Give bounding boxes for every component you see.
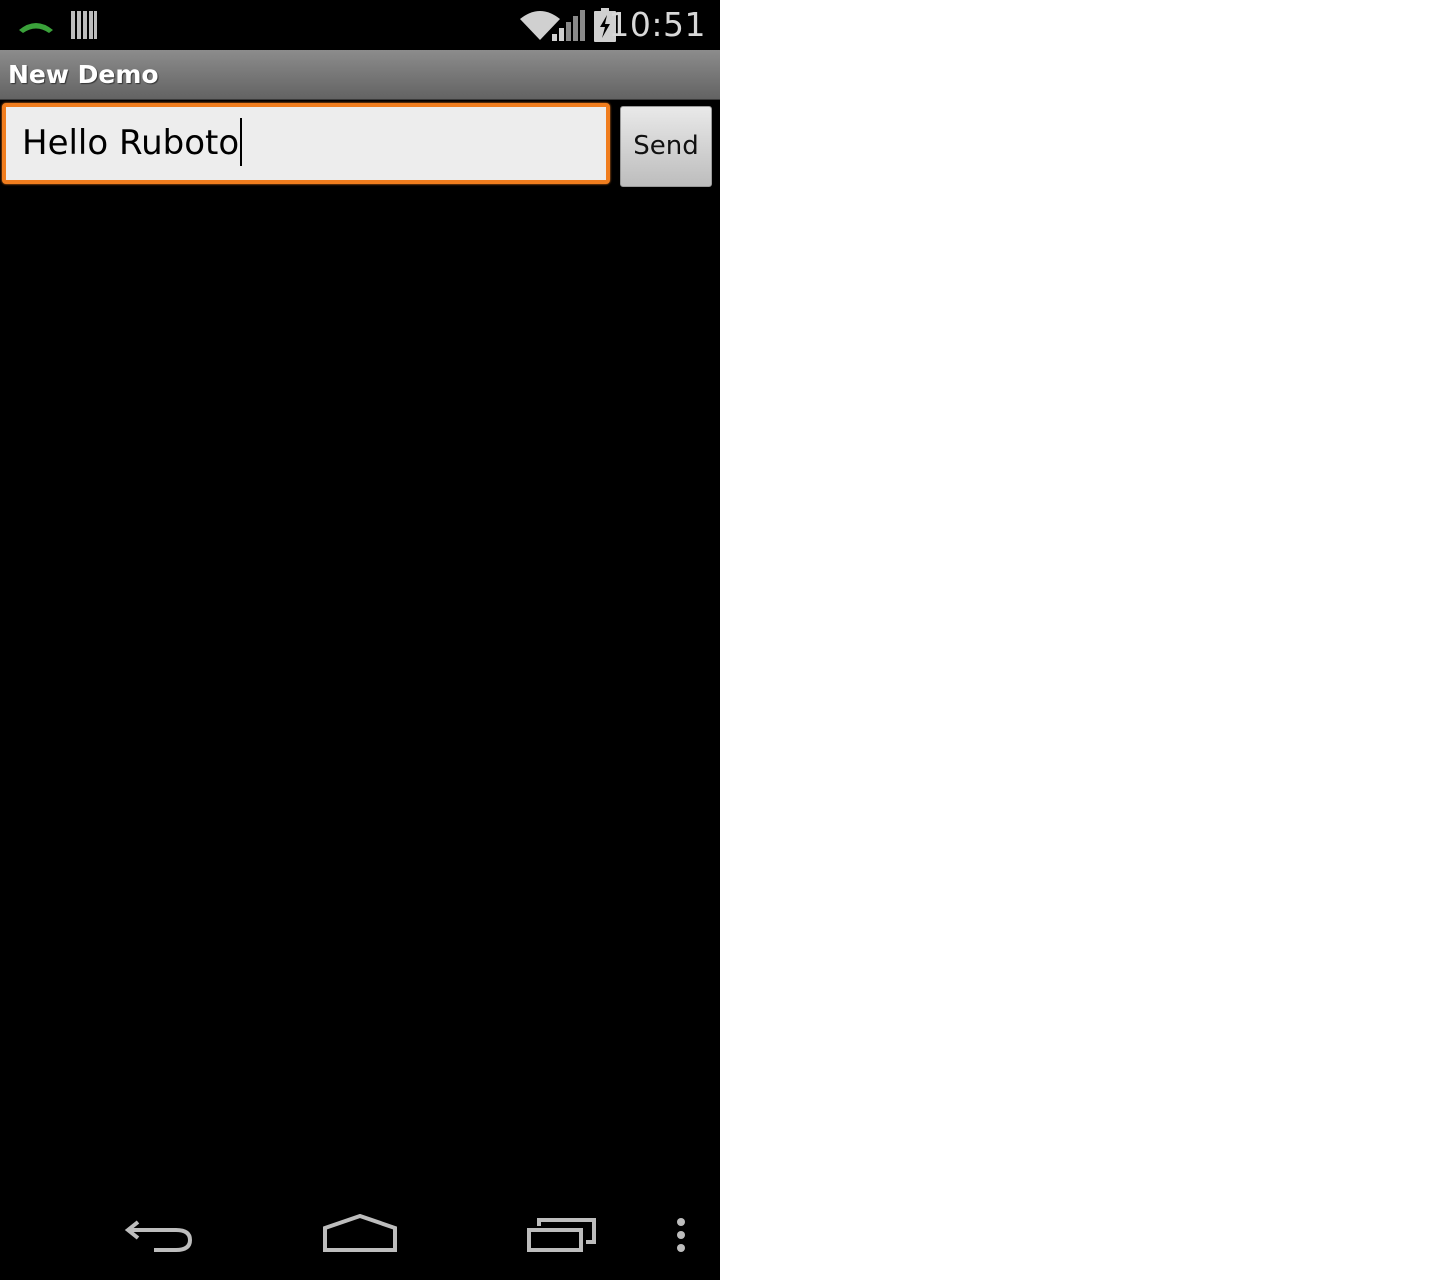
send-button[interactable]: Send [620,106,712,187]
overflow-menu-icon[interactable] [672,1216,690,1256]
home-icon[interactable] [322,1214,398,1254]
barcode-icon [71,11,97,39]
status-bar: 10:51 [0,0,720,50]
message-input-text: Hello Ruboto [22,123,240,163]
call-icon [19,23,53,33]
navigation-bar [0,1190,720,1280]
status-clock: 10:51 [608,5,706,44]
message-input[interactable]: Hello Ruboto [2,103,610,184]
text-cursor [240,117,243,166]
phone-screen: 10:51 New Demo Hello Ruboto Send [0,0,720,1280]
signal-icon [552,10,585,41]
app-title: New Demo [8,60,159,89]
back-icon[interactable] [124,1214,196,1258]
action-bar: New Demo [0,50,720,100]
recents-icon[interactable] [526,1214,598,1254]
